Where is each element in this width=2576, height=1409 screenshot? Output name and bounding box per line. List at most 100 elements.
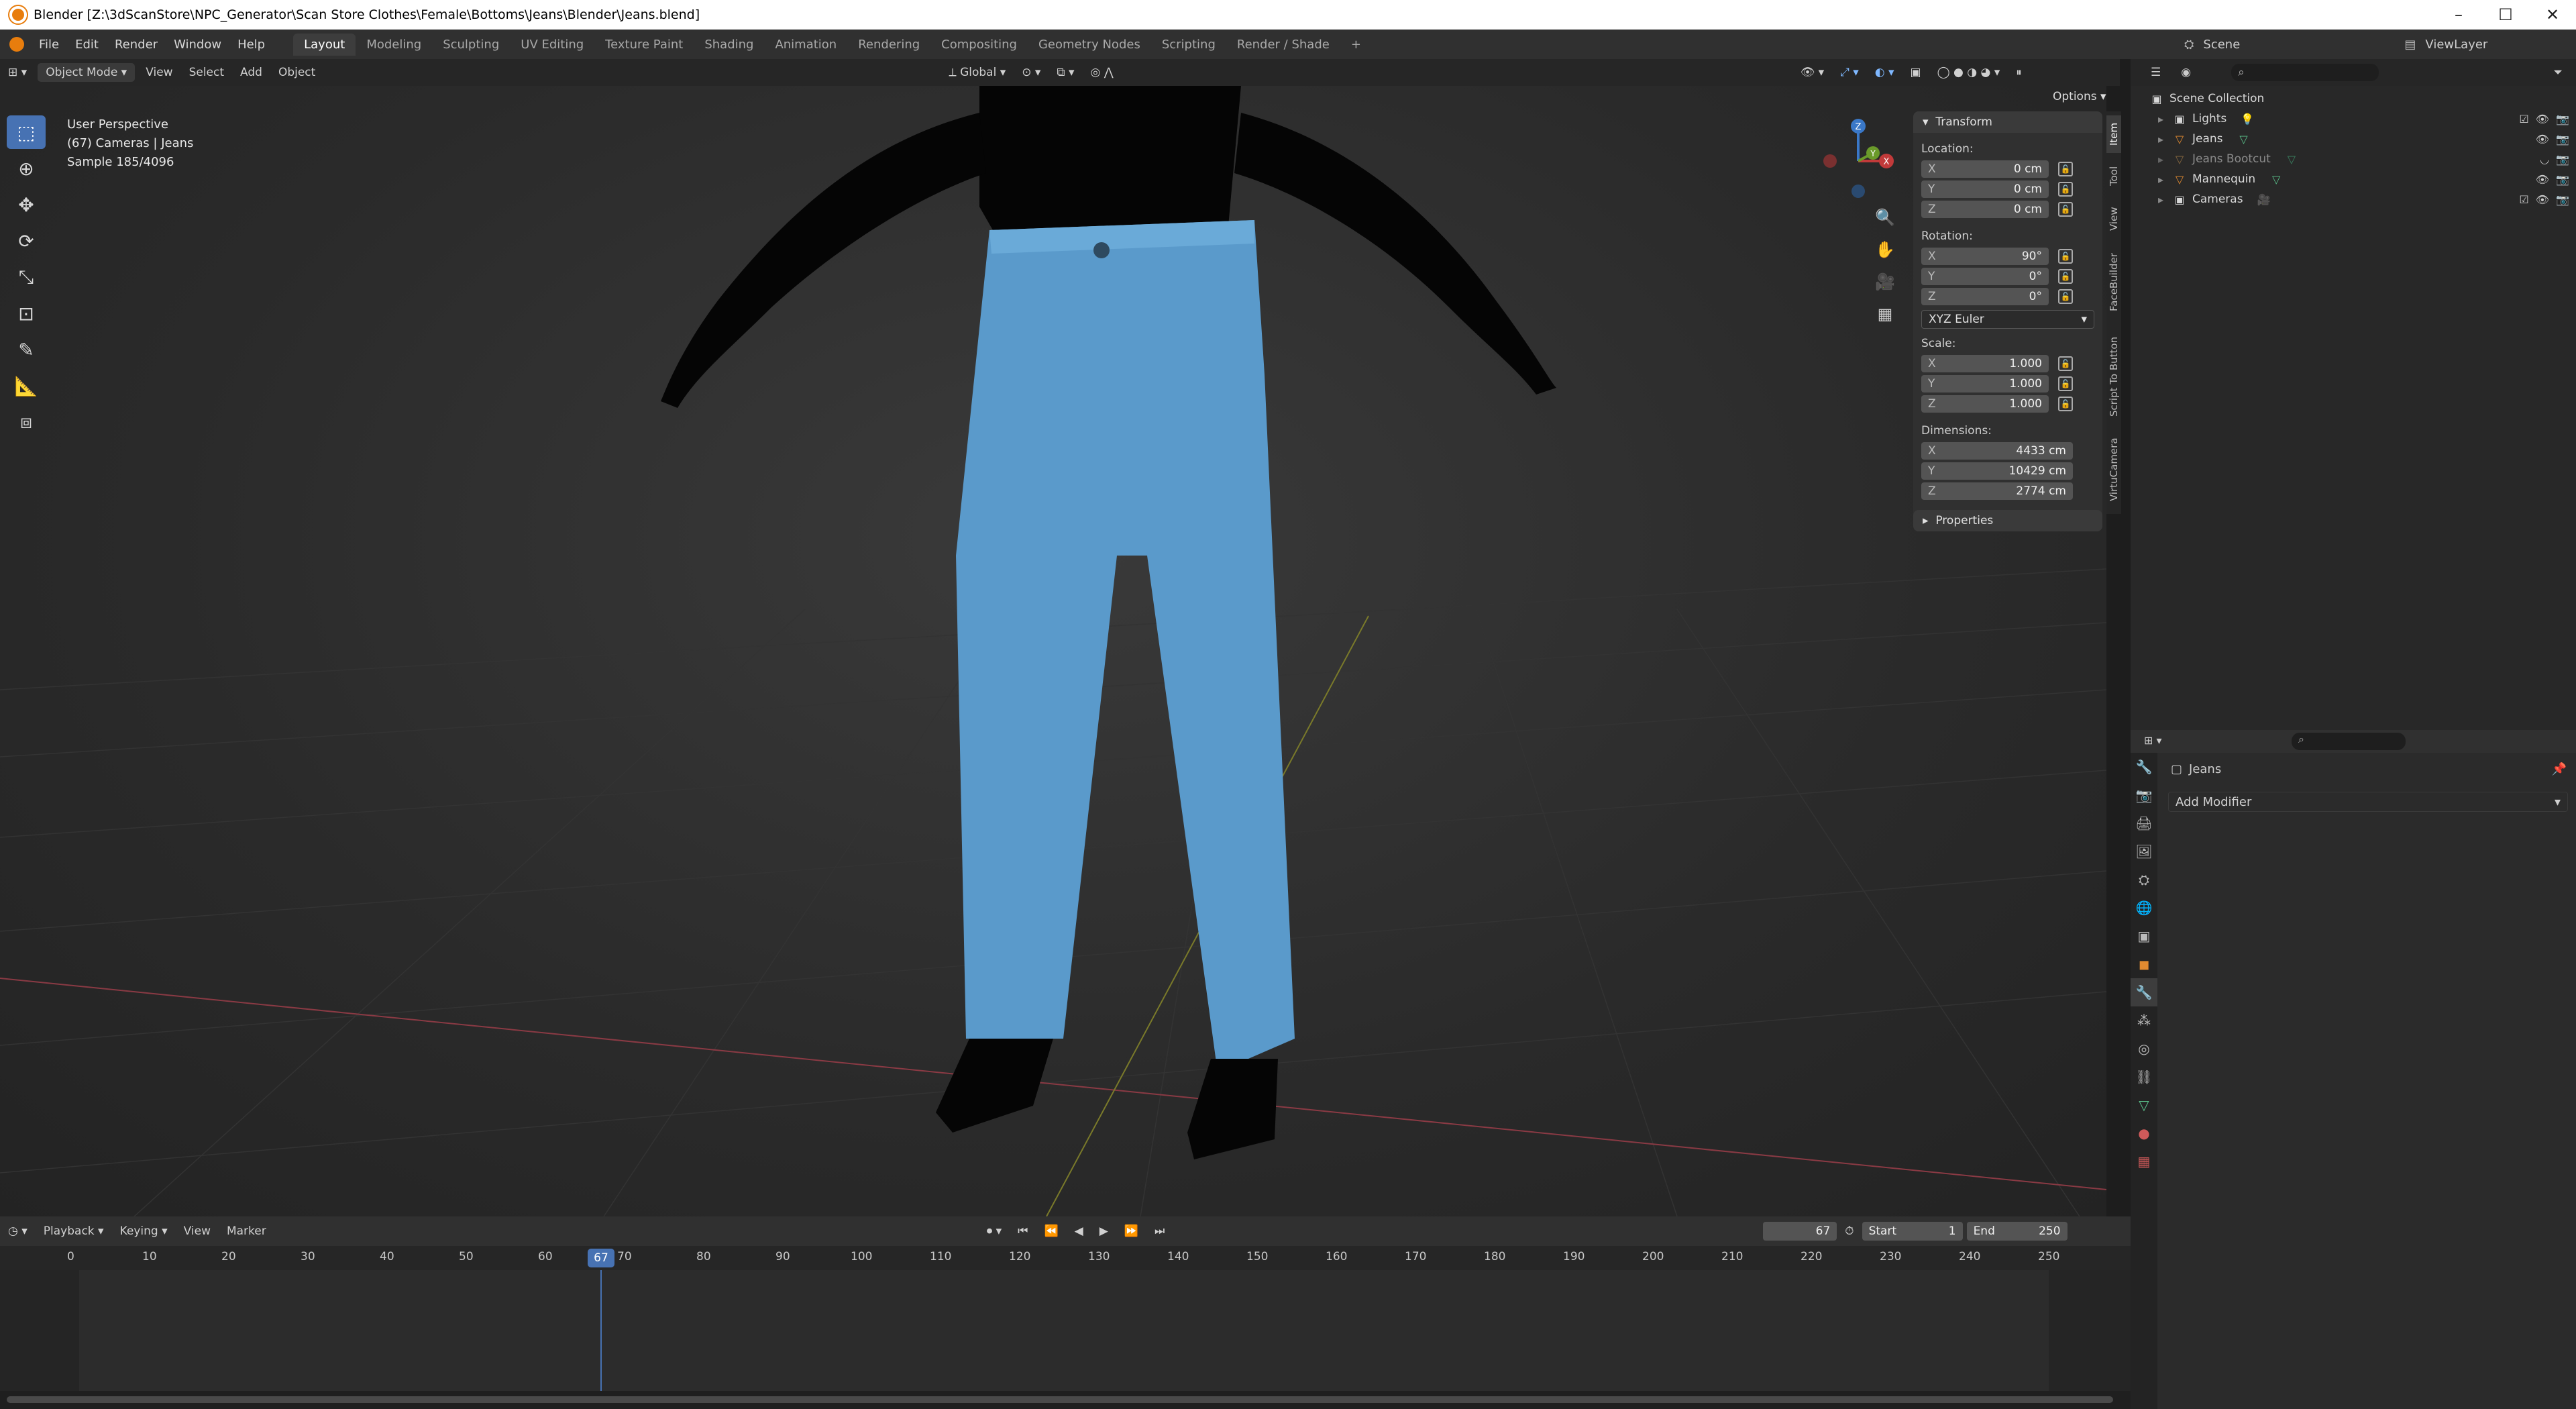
dimensions-z-field[interactable]: Z 2774 cm — [1921, 482, 2073, 500]
data-tab-icon[interactable]: ▽ — [2131, 1091, 2157, 1119]
expand-arrow-icon[interactable]: ▸ — [2155, 193, 2167, 206]
workspace-tab-compositing[interactable]: Compositing — [930, 34, 1028, 56]
zoom-icon[interactable]: 🔍 — [1872, 201, 1898, 233]
snap-icon[interactable]: ⧉ ▾ — [1049, 63, 1082, 82]
dimensions-x-field[interactable]: X 4433 cm — [1921, 442, 2073, 460]
scene-name[interactable]: Scene — [2203, 38, 2310, 52]
scale-tool[interactable]: ⤡ — [7, 260, 46, 294]
workspace-tab-shading[interactable]: Shading — [694, 34, 764, 56]
viewport-menu-object[interactable]: Object — [270, 63, 323, 82]
lock-icon[interactable]: 🔓 — [2058, 269, 2073, 284]
timeline-track-area[interactable] — [0, 1270, 2131, 1391]
sidebar-tab-facebuilder[interactable]: FaceBuilder — [2106, 243, 2121, 322]
workspace-tab-modeling[interactable]: Modeling — [356, 34, 432, 56]
overlays-toggle-icon[interactable]: ◐ ▾ — [1867, 63, 1902, 82]
maximize-button[interactable]: ☐ — [2482, 0, 2529, 30]
3d-viewport[interactable] — [0, 86, 2106, 1216]
timeline-scroll-thumb[interactable] — [7, 1396, 2113, 1403]
location-z-field[interactable]: Z0 cm — [1921, 201, 2049, 218]
pause-render-icon[interactable]: ⏸ — [2008, 63, 2030, 82]
dimensions-y-field[interactable]: Y 10429 cm — [1921, 462, 2073, 480]
sidebar-tab-virtucamera[interactable]: VirtuCamera — [2106, 431, 2121, 509]
scale-z-field[interactable]: Z 1.000 — [1921, 395, 2049, 413]
viewport-menu-view[interactable]: View — [138, 63, 180, 82]
outliner-row-cameras[interactable]: ▸ ▣ Cameras 🎥 ☑ 👁 📷 — [2131, 189, 2576, 209]
options-dropdown[interactable]: Options ▾ — [2053, 90, 2106, 103]
sidebar-tab-item[interactable]: Item — [2106, 115, 2121, 153]
constraints-tab-icon[interactable]: ⛓ — [2131, 1063, 2157, 1091]
outliner-search-input[interactable]: ⌕ — [2231, 64, 2379, 81]
lock-icon[interactable]: 🔓 — [2058, 162, 2073, 176]
render-tab-icon[interactable]: 📷 — [2131, 781, 2157, 809]
menu-window[interactable]: Window — [166, 38, 229, 52]
outliner-row-jeans[interactable]: ▸ ▽ Jeans ▽ 👁 📷 — [2131, 129, 2576, 149]
pan-hand-icon[interactable]: ✋ — [1872, 233, 1898, 266]
expand-arrow-icon[interactable]: ▸ — [2155, 113, 2167, 125]
eye-icon[interactable]: 👁 — [2536, 113, 2549, 125]
timeline-menu-view[interactable]: View — [176, 1222, 219, 1241]
add-workspace-button[interactable]: + — [1340, 34, 1372, 56]
menu-file[interactable]: File — [31, 38, 67, 52]
workspace-tab-uv-editing[interactable]: UV Editing — [510, 34, 594, 56]
lock-icon[interactable]: 🔓 — [2058, 397, 2073, 411]
end-frame-field[interactable]: End 250 — [1966, 1222, 2068, 1241]
lock-icon[interactable]: 🔓 — [2058, 376, 2073, 391]
eye-icon[interactable]: 👁 — [2536, 173, 2549, 186]
pin-icon[interactable]: 📌 — [2552, 762, 2567, 776]
timeline-editor-type-icon[interactable]: ◷ ▾ — [0, 1222, 36, 1241]
select-box-tool[interactable]: ⬚ — [7, 115, 46, 149]
checkbox-icon[interactable]: ☑ — [2519, 113, 2528, 125]
navigation-gizmo[interactable]: Z X Y — [1811, 114, 1905, 208]
outliner-row-lights[interactable]: ▸ ▣ Lights 💡 ☑ 👁 📷 — [2131, 109, 2576, 129]
close-window-button[interactable]: ✕ — [2529, 0, 2576, 30]
scale-y-field[interactable]: Y 1.000 — [1921, 375, 2049, 393]
expand-arrow-icon[interactable]: ▸ — [2155, 153, 2167, 166]
rotation-z-field[interactable]: Z 0° — [1921, 288, 2049, 305]
timeline-menu-playback[interactable]: Playback ▾ — [36, 1222, 112, 1241]
eye-icon[interactable]: 👁 — [2536, 193, 2549, 206]
add-modifier-dropdown[interactable]: Add Modifier ▾ — [2168, 792, 2568, 812]
workspace-tab-texture-paint[interactable]: Texture Paint — [594, 34, 694, 56]
viewport-menu-add[interactable]: Add — [232, 63, 270, 82]
workspace-tab-layout[interactable]: Layout — [293, 33, 356, 56]
camera-icon[interactable]: 📷 — [2556, 113, 2569, 125]
add-cube-tool[interactable]: ⧈ — [7, 405, 46, 439]
measure-tool[interactable]: 📐 — [7, 369, 46, 403]
workspace-tab-rendering[interactable]: Rendering — [847, 34, 930, 56]
prev-keyframe-icon[interactable]: ⏪ — [1036, 1222, 1066, 1241]
world-tab-icon[interactable]: 🌐 — [2131, 894, 2157, 922]
transform-tool[interactable]: ⊡ — [7, 297, 46, 330]
move-tool[interactable]: ✥ — [7, 188, 46, 221]
start-frame-field[interactable]: Start 1 — [1862, 1222, 1963, 1241]
workspace-tab-animation[interactable]: Animation — [764, 34, 847, 56]
physics-tab-icon[interactable]: ◎ — [2131, 1035, 2157, 1063]
timeline-menu-keying[interactable]: Keying ▾ — [112, 1222, 176, 1241]
scene-tab-icon[interactable]: ⛭ — [2131, 866, 2157, 894]
rotation-x-field[interactable]: X 90° — [1921, 248, 2049, 265]
checkbox-icon[interactable]: ☑ — [2519, 193, 2528, 206]
gizmo-neg-x-handle[interactable] — [1823, 154, 1837, 168]
cursor-tool[interactable]: ⊕ — [7, 152, 46, 185]
transform-panel-header[interactable]: ▾ Transform — [1913, 111, 2102, 133]
perspective-grid-icon[interactable]: ▦ — [1872, 298, 1898, 330]
outliner-filter-icon[interactable]: ⏷ — [2553, 66, 2563, 79]
location-y-field[interactable]: Y0 cm — [1921, 180, 2049, 198]
eye-closed-icon[interactable]: ◡ — [2540, 153, 2549, 166]
sidebar-tab-script-to-button[interactable]: Script To Button — [2106, 326, 2121, 427]
menu-edit[interactable]: Edit — [67, 38, 107, 52]
camera-view-icon[interactable]: 🎥 — [1872, 266, 1898, 298]
menu-render[interactable]: Render — [107, 38, 166, 52]
scale-x-field[interactable]: X 1.000 — [1921, 355, 2049, 372]
gizmo-toggle-icon[interactable]: ⤢ ▾ — [1832, 63, 1867, 82]
properties-panel-header[interactable]: ▸ Properties — [1913, 510, 2102, 531]
transform-orientation-select[interactable]: ⟂ Global ▾ — [941, 63, 1014, 82]
modifier-tab-icon[interactable]: 🔧 — [2131, 978, 2157, 1006]
lock-icon[interactable]: 🔓 — [2058, 182, 2073, 197]
proportional-edit-icon[interactable]: ◎ ⋀ — [1083, 63, 1122, 82]
object-mode-select[interactable]: Object Mode ▾ — [38, 63, 136, 82]
outliner-row-jeans-bootcut[interactable]: ▸ ▽ Jeans Bootcut ▽ ◡ 📷 — [2131, 149, 2576, 169]
eye-icon[interactable]: 👁 — [2536, 133, 2549, 146]
record-keyframe-icon[interactable]: ⏺ ▾ — [979, 1222, 1010, 1241]
rotation-mode-select[interactable]: XYZ Euler ▾ — [1921, 310, 2094, 329]
playhead-frame-indicator[interactable]: 67 — [588, 1249, 614, 1267]
